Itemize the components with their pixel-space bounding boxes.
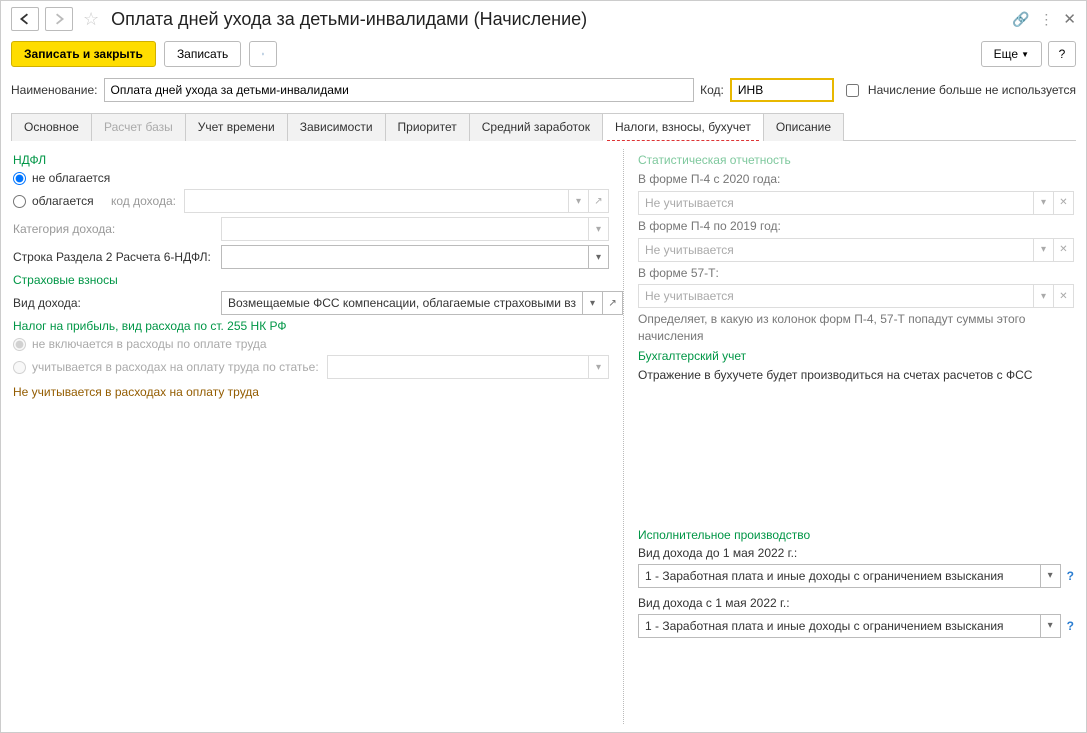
f57t-label: В форме 57-Т: xyxy=(638,265,1074,282)
close-icon[interactable]: ✕ xyxy=(1063,10,1076,28)
ndfl-taxed-label: облагается xyxy=(32,194,94,208)
income-type-dropdown-icon[interactable]: ▾ xyxy=(583,291,603,315)
income-before-help-icon[interactable]: ? xyxy=(1067,569,1074,583)
income-before-label: Вид дохода до 1 мая 2022 г.: xyxy=(638,546,1074,560)
expense-item-dropdown-icon: ▾ xyxy=(589,355,609,379)
ndfl-not-taxed-label: не облагается xyxy=(32,171,110,185)
income-after-dropdown-icon[interactable]: ▾ xyxy=(1041,614,1061,638)
ndfl-taxed-radio[interactable] xyxy=(13,195,26,208)
expense-item-input xyxy=(327,355,589,379)
section2-label: Строка Раздела 2 Расчета 6-НДФЛ: xyxy=(13,250,213,264)
report-icon-button[interactable] xyxy=(249,41,277,67)
more-button[interactable]: Еще xyxy=(981,41,1042,67)
tab-deps[interactable]: Зависимости xyxy=(287,113,386,141)
stat-section-title: Статистическая отчетность xyxy=(638,153,1074,167)
tab-average[interactable]: Средний заработок xyxy=(469,113,603,141)
not-included-label: не включается в расходы по оплате труда xyxy=(32,337,267,351)
acc-note: Отражение в бухучете будет производиться… xyxy=(638,367,1074,384)
income-type-label: Вид дохода: xyxy=(13,296,213,310)
ndfl-not-taxed-radio[interactable] xyxy=(13,172,26,185)
profit-tax-section-title: Налог на прибыль, вид расхода по ст. 255… xyxy=(13,319,609,333)
insurance-section-title: Страховые взносы xyxy=(13,273,609,287)
tab-description[interactable]: Описание xyxy=(763,113,844,141)
tab-main[interactable]: Основное xyxy=(11,113,92,141)
kebab-menu-icon[interactable]: ⋮ xyxy=(1039,11,1053,28)
not-counted-message: Не учитывается в расходах на оплату труд… xyxy=(13,385,609,399)
section2-dropdown-icon[interactable]: ▾ xyxy=(589,245,609,269)
f57t-clear-icon: ✕ xyxy=(1054,284,1074,308)
income-category-label: Категория дохода: xyxy=(13,222,213,236)
ndfl-section-title: НДФЛ xyxy=(13,153,609,167)
tab-priority[interactable]: Приоритет xyxy=(385,113,470,141)
page-title: Оплата дней ухода за детьми-инвалидами (… xyxy=(111,9,587,30)
income-after-label: Вид дохода с 1 мая 2022 г.: xyxy=(638,596,1074,610)
p4-2019-dropdown-icon: ▾ xyxy=(1034,238,1054,262)
income-type-open-icon[interactable]: ↗ xyxy=(603,291,623,315)
enforce-section-title: Исполнительное производство xyxy=(638,528,1074,542)
acc-section-title: Бухгалтерский учет xyxy=(638,349,1074,363)
income-category-input xyxy=(221,217,589,241)
included-by-item-radio xyxy=(13,361,26,374)
stat-note: Определяет, в какую из колонок форм П-4,… xyxy=(638,311,1074,345)
tab-time[interactable]: Учет времени xyxy=(185,113,288,141)
code-label: Код: xyxy=(700,83,724,97)
name-input[interactable] xyxy=(104,78,695,102)
name-label: Наименование: xyxy=(11,83,98,97)
p4-2019-clear-icon: ✕ xyxy=(1054,238,1074,262)
income-type-input[interactable]: Возмещаемые ФСС компенсации, облагаемые … xyxy=(221,291,583,315)
link-icon[interactable]: 🔗 xyxy=(1012,11,1029,28)
income-code-input xyxy=(184,189,569,213)
favorite-star-icon[interactable]: ☆ xyxy=(83,9,99,30)
p4-2019-input: Не учитывается xyxy=(638,238,1034,262)
income-code-label: код дохода: xyxy=(111,194,176,208)
income-code-open-icon: ↗ xyxy=(589,189,609,213)
included-by-item-label: учитывается в расходах на оплату труда п… xyxy=(32,360,319,374)
p4-2019-label: В форме П-4 по 2019 год: xyxy=(638,218,1074,235)
code-input[interactable] xyxy=(730,78,834,102)
p4-2020-input: Не учитывается xyxy=(638,191,1034,215)
income-category-dropdown-icon: ▾ xyxy=(589,217,609,241)
unused-label: Начисление больше не используется xyxy=(868,83,1076,97)
unused-checkbox[interactable] xyxy=(846,84,859,97)
p4-2020-clear-icon: ✕ xyxy=(1054,191,1074,215)
income-before-input[interactable]: 1 - Заработная плата и иные доходы с огр… xyxy=(638,564,1041,588)
not-included-radio xyxy=(13,338,26,351)
nav-forward-button[interactable] xyxy=(45,7,73,31)
p4-2020-label: В форме П-4 с 2020 года: xyxy=(638,171,1074,188)
tab-calc-base[interactable]: Расчет базы xyxy=(91,113,186,141)
section2-input[interactable] xyxy=(221,245,589,269)
income-after-help-icon[interactable]: ? xyxy=(1067,619,1074,633)
save-button[interactable]: Записать xyxy=(164,41,241,67)
tab-taxes[interactable]: Налоги, взносы, бухучет xyxy=(602,113,764,141)
nav-back-button[interactable] xyxy=(11,7,39,31)
f57t-input: Не учитывается xyxy=(638,284,1034,308)
f57t-dropdown-icon: ▾ xyxy=(1034,284,1054,308)
income-code-dropdown-icon: ▾ xyxy=(569,189,589,213)
income-after-input[interactable]: 1 - Заработная плата и иные доходы с огр… xyxy=(638,614,1041,638)
income-before-dropdown-icon[interactable]: ▾ xyxy=(1041,564,1061,588)
save-and-close-button[interactable]: Записать и закрыть xyxy=(11,41,156,67)
help-button[interactable]: ? xyxy=(1048,41,1076,67)
p4-2020-dropdown-icon: ▾ xyxy=(1034,191,1054,215)
